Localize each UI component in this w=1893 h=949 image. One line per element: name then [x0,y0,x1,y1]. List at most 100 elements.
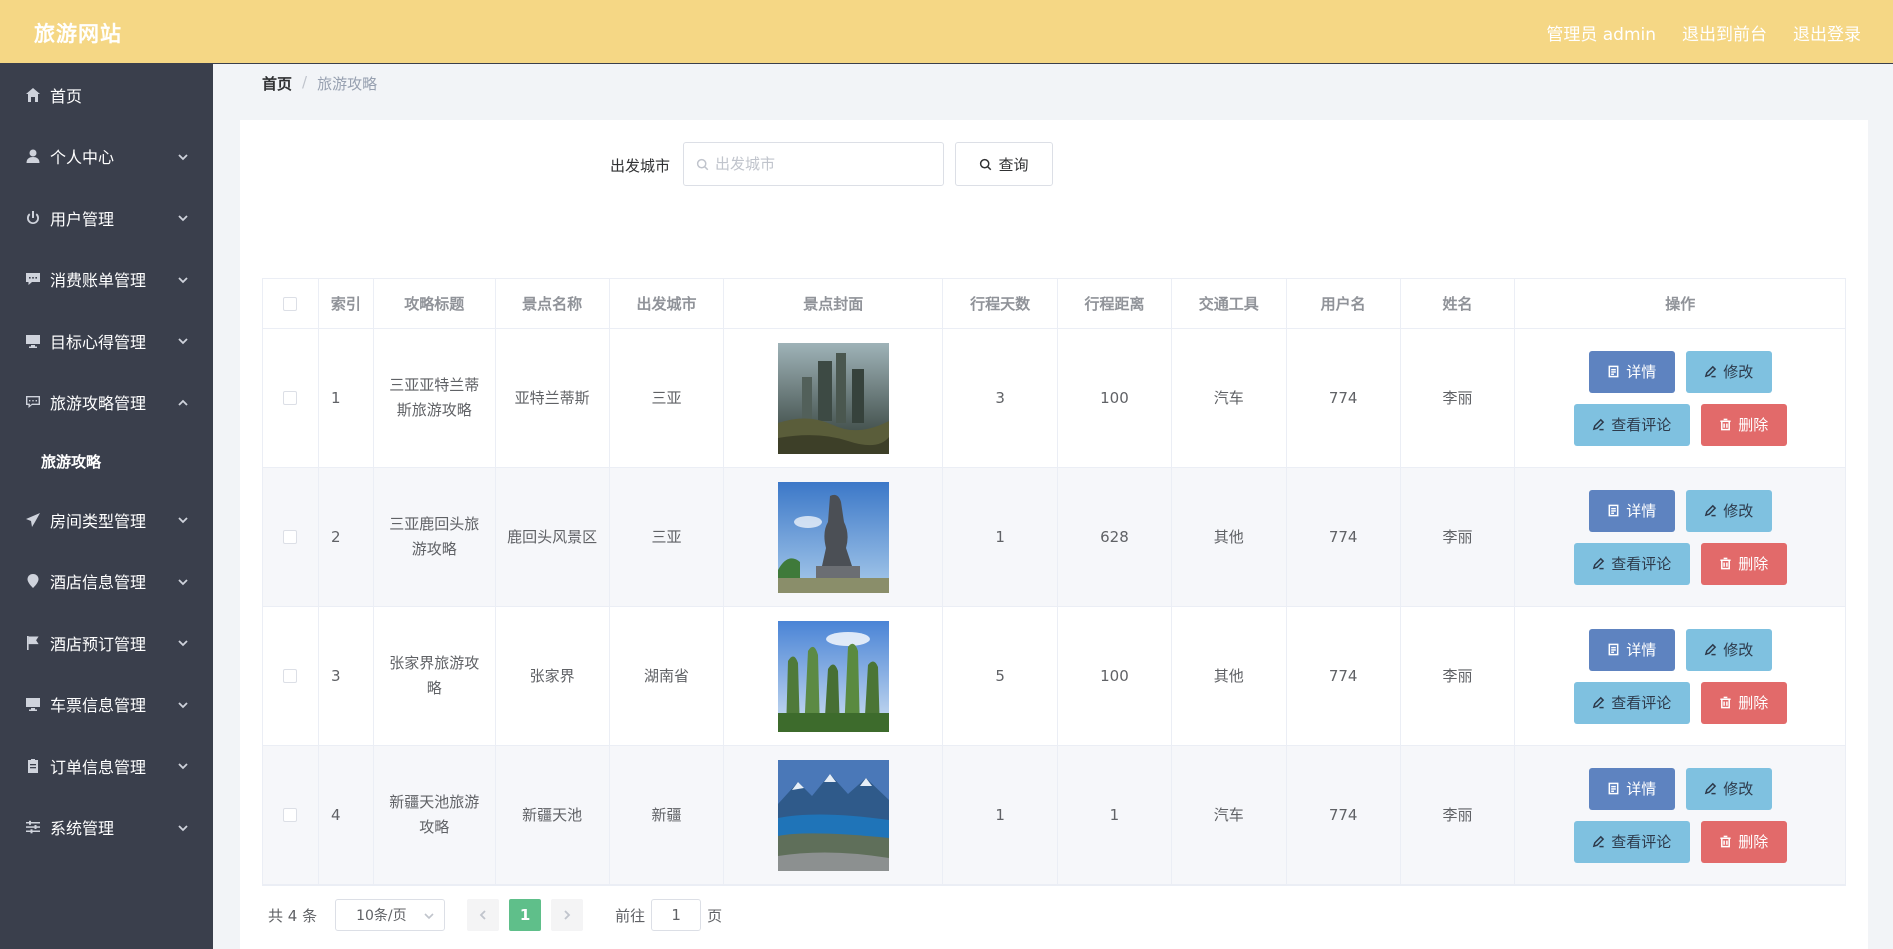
row-checkbox[interactable] [283,391,298,405]
view-comments-label: 查看评论 [1611,417,1672,434]
delete-button[interactable]: 删除 [1700,820,1787,863]
sidebar-item-label: 系统管理 [50,819,115,839]
document-icon [1608,365,1619,378]
view-comments-button[interactable]: 查看评论 [1573,542,1690,585]
view-comments-button[interactable]: 查看评论 [1573,820,1690,863]
sidebar-item-9[interactable]: 车票信息管理 [0,674,213,736]
pagination-total: 共 4 条 [268,906,318,925]
monitor-icon [24,332,42,350]
back-to-front-link[interactable]: 退出到前台 [1682,20,1767,45]
delete-button-label: 删除 [1738,556,1769,573]
cell-index: 4 [319,746,374,884]
sidebar-item-1[interactable]: 个人中心 [0,126,213,188]
cover-image [777,620,889,732]
chevron-up-icon [177,394,191,408]
cell-spot: 鹿回头风景区 [496,468,610,606]
delete-button[interactable]: 删除 [1700,403,1787,446]
row-checkbox[interactable] [283,669,298,683]
sidebar-item-2[interactable]: 用户管理 [0,187,213,249]
logout-link[interactable]: 退出登录 [1793,20,1861,45]
document-icon [1608,643,1619,656]
search-input[interactable] [715,155,915,173]
detail-button[interactable]: 详情 [1588,767,1675,810]
header-distance: 行程距离 [1058,279,1172,328]
sliders-icon [24,818,42,836]
cell-index: 1 [319,329,374,467]
select-all-checkbox[interactable] [283,296,298,311]
chevron-down-icon [177,332,191,346]
chevron-down-icon [177,696,191,710]
delete-button-label: 删除 [1738,834,1769,851]
delete-button[interactable]: 删除 [1700,542,1787,585]
cell-distance: 100 [1058,607,1172,745]
detail-button[interactable]: 详情 [1588,350,1675,393]
page-number-current[interactable]: 1 [509,899,542,931]
edit-button[interactable]: 修改 [1685,767,1772,810]
header-transport: 交通工具 [1172,279,1287,328]
sidebar-item-4[interactable]: 目标心得管理 [0,310,213,372]
cell-spot: 张家界 [496,607,610,745]
edit-button[interactable]: 修改 [1685,489,1772,532]
document-icon [1608,782,1619,795]
chevron-right-icon [564,910,571,920]
next-page-button[interactable] [551,899,584,931]
chevron-down-icon [177,209,191,223]
edit-icon [1704,643,1717,656]
chat-icon [24,393,42,411]
site-brand: 旅游网站 [34,22,122,46]
sidebar-item-7[interactable]: 酒店信息管理 [0,551,213,613]
breadcrumb-home[interactable]: 首页 [262,73,292,94]
row-checkbox[interactable] [283,808,298,822]
cell-title: 三亚鹿回头旅游攻略 [374,468,496,606]
view-comments-button[interactable]: 查看评论 [1573,681,1690,724]
submenu-item-travel-guide[interactable]: 旅游攻略 [0,433,213,489]
sidebar-item-11[interactable]: 系统管理 [0,797,213,859]
cell-city: 湖南省 [610,607,725,745]
cell-name: 李丽 [1401,746,1516,884]
chevron-down-icon [177,573,191,587]
prev-page-button[interactable] [467,899,500,931]
page-size-select[interactable]: 10条/页 [335,899,446,931]
sidebar-item-label: 房间类型管理 [50,511,147,531]
sidebar-item-10[interactable]: 订单信息管理 [0,735,213,797]
cell-index: 2 [319,468,374,606]
cell-transport: 汽车 [1172,746,1287,884]
edit-button-label: 修改 [1723,503,1754,520]
row-checkbox[interactable] [283,530,298,544]
detail-button-label: 详情 [1626,503,1657,520]
query-button[interactable]: 查询 [955,142,1053,186]
view-comments-button[interactable]: 查看评论 [1573,403,1690,446]
breadcrumb-current: 旅游攻略 [317,75,378,93]
cover-image [777,759,889,871]
sidebar-item-label: 车票信息管理 [50,696,147,716]
chevron-down-icon [177,634,191,648]
cell-transport: 其他 [1172,607,1287,745]
cover-image [777,342,889,454]
sidebar-item-label: 订单信息管理 [50,757,147,777]
sidebar-item-8[interactable]: 酒店预订管理 [0,612,213,674]
breadcrumb: 首页 / 旅游攻略 [262,73,377,94]
sidebar-item-3[interactable]: 消费账单管理 [0,249,213,311]
view-comments-label: 查看评论 [1611,695,1672,712]
detail-button[interactable]: 详情 [1588,628,1675,671]
sidebar-item-5[interactable]: 旅游攻略管理 [0,372,213,434]
edit-icon [1704,365,1717,378]
goto-page-input[interactable] [651,899,702,931]
chevron-down-icon [177,757,191,771]
table-row: 4 新疆天池旅游攻略 新疆天池 新疆 1 1 汽车 774 李丽 详情 修改 查看评论 删除 [263,746,1845,885]
search-label: 出发城市 [610,157,671,175]
delete-button[interactable]: 删除 [1700,681,1787,724]
sidebar-item-6[interactable]: 房间类型管理 [0,489,213,551]
table-row: 2 三亚鹿回头旅游攻略 鹿回头风景区 三亚 1 628 其他 774 李丽 详情 修改 查看评论 删除 [263,468,1845,607]
sidebar-menu: 首页 个人中心 用户管理 消费账单管理 目标心得管理 旅游攻略管理 旅游攻略 房间类型管理… [0,64,213,949]
edit-button[interactable]: 修改 [1685,350,1772,393]
sidebar-item-0[interactable]: 首页 [0,64,213,126]
detail-button[interactable]: 详情 [1588,489,1675,532]
detail-button-label: 详情 [1626,642,1657,659]
cell-username: 774 [1287,468,1401,606]
departure-city-search[interactable] [683,142,944,186]
pagination: 共 4 条 10条/页 1 前往 页 [268,899,722,931]
edit-button[interactable]: 修改 [1685,628,1772,671]
admin-user-label[interactable]: 管理员 admin [1546,20,1656,45]
row-select-cell [263,607,319,745]
